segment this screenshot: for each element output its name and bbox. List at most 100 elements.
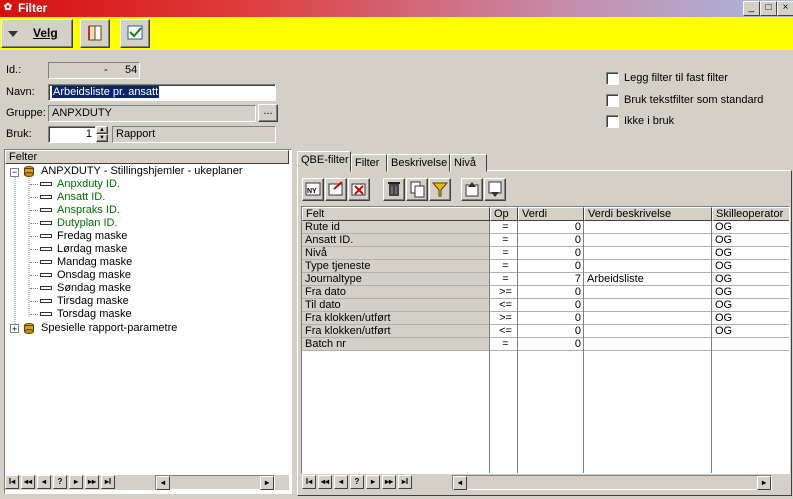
- copy-button[interactable]: [406, 178, 428, 201]
- tab-qbe-filter[interactable]: QBE-filter: [297, 151, 351, 172]
- move-down-button[interactable]: [484, 178, 506, 201]
- cell-verdi-beskrivelse[interactable]: [584, 299, 712, 312]
- nav-next-record-button[interactable]: ▸: [366, 475, 380, 489]
- tab-beskrivelse[interactable]: Beskrivelse: [387, 154, 450, 172]
- tree-child-node[interactable]: Dutyplan ID.: [57, 217, 118, 230]
- nav-prev-page-button[interactable]: ◂◂: [318, 475, 332, 489]
- maximize-button[interactable]: □: [760, 1, 777, 16]
- tree-child-node[interactable]: Lørdag maske: [57, 243, 127, 256]
- cell-verdi-beskrivelse[interactable]: [584, 286, 712, 299]
- tab-filter[interactable]: Filter: [351, 154, 387, 172]
- cell-verdi[interactable]: 0: [518, 299, 584, 312]
- cell-op[interactable]: >=: [490, 286, 518, 299]
- nav-last-record-button[interactable]: ▸I: [398, 475, 412, 489]
- nav-first-record-button[interactable]: I◂: [5, 475, 19, 489]
- cell-op[interactable]: <=: [490, 325, 518, 338]
- cell-verdi[interactable]: 0: [518, 325, 584, 338]
- cell-op[interactable]: =: [490, 273, 518, 286]
- nav-prev-page-button[interactable]: ◂◂: [21, 475, 35, 489]
- cell-verdi-beskrivelse[interactable]: [584, 221, 712, 234]
- collapse-icon[interactable]: −: [10, 168, 19, 177]
- move-up-button[interactable]: [461, 178, 483, 201]
- bruk-spinner[interactable]: ▲ ▼: [96, 126, 108, 143]
- cell-felt[interactable]: Ansatt ID.: [302, 234, 490, 247]
- cell-verdi[interactable]: 0: [518, 312, 584, 325]
- column-header-op[interactable]: Op: [490, 207, 518, 221]
- scroll-right-icon[interactable]: ▸: [757, 476, 771, 490]
- grid-hscrollbar[interactable]: ◂ ▸: [452, 475, 772, 490]
- cell-verdi-beskrivelse[interactable]: [584, 260, 712, 273]
- cell-verdi[interactable]: 0: [518, 234, 584, 247]
- nav-first-record-button[interactable]: I◂: [302, 475, 316, 489]
- scroll-left-icon[interactable]: ◂: [453, 476, 467, 490]
- cell-op[interactable]: =: [490, 247, 518, 260]
- gruppe-browse-button[interactable]: ...: [258, 104, 278, 122]
- cell-skilleoperator[interactable]: OG: [712, 286, 789, 299]
- nav-help-button[interactable]: ?: [350, 475, 364, 489]
- tree-second-root[interactable]: Spesielle rapport-parametre: [41, 322, 177, 335]
- cell-felt[interactable]: Fra klokken/utført: [302, 325, 490, 338]
- delete-filter-button[interactable]: [348, 178, 370, 201]
- tree-child-node[interactable]: Fredag maske: [57, 230, 127, 243]
- nav-next-record-button[interactable]: ▸: [69, 475, 83, 489]
- cell-felt[interactable]: Nivå: [302, 247, 490, 260]
- edit-filter-button[interactable]: [325, 178, 347, 201]
- trash-button[interactable]: [383, 178, 405, 201]
- nav-prev-record-button[interactable]: ◂: [334, 475, 348, 489]
- spin-down-icon[interactable]: ▼: [96, 134, 108, 142]
- bruk-tekstfilter-checkbox[interactable]: [606, 94, 619, 107]
- cell-verdi-beskrivelse[interactable]: [584, 234, 712, 247]
- cell-verdi[interactable]: 0: [518, 247, 584, 260]
- tree-root-node[interactable]: ANPXDUTY - Stillingshjemler - ukeplaner: [41, 165, 243, 178]
- column-header-verdi-beskrivelse[interactable]: Verdi beskrivelse: [584, 207, 712, 221]
- ikke-i-bruk-checkbox[interactable]: [606, 115, 619, 128]
- cell-felt[interactable]: Rute id: [302, 221, 490, 234]
- scroll-right-icon[interactable]: ▸: [260, 476, 274, 490]
- field-tree[interactable]: − ANPXDUTY - Stillingshjemler - ukeplane…: [5, 164, 289, 472]
- cell-felt[interactable]: Til dato: [302, 299, 490, 312]
- minimize-button[interactable]: _: [743, 1, 760, 16]
- tree-child-node[interactable]: Ansatt ID.: [57, 191, 105, 204]
- cell-skilleoperator[interactable]: [712, 338, 789, 351]
- cell-verdi[interactable]: 0: [518, 260, 584, 273]
- cell-skilleoperator[interactable]: OG: [712, 325, 789, 338]
- cell-skilleoperator[interactable]: OG: [712, 221, 789, 234]
- cell-verdi[interactable]: 0: [518, 338, 584, 351]
- cell-op[interactable]: =: [490, 260, 518, 273]
- close-button[interactable]: ×: [777, 1, 793, 16]
- nav-prev-record-button[interactable]: ◂: [37, 475, 51, 489]
- filter-button[interactable]: [429, 178, 451, 201]
- new-filter-button[interactable]: NY: [302, 178, 324, 201]
- cell-op[interactable]: =: [490, 338, 518, 351]
- cell-verdi[interactable]: 0: [518, 286, 584, 299]
- cell-verdi-beskrivelse[interactable]: [584, 247, 712, 260]
- nav-help-button[interactable]: ?: [53, 475, 67, 489]
- tree-child-node[interactable]: Onsdag maske: [57, 269, 131, 282]
- legg-filter-checkbox[interactable]: [606, 72, 619, 85]
- cell-felt[interactable]: Fra dato: [302, 286, 490, 299]
- cell-skilleoperator[interactable]: OG: [712, 234, 789, 247]
- cell-skilleoperator[interactable]: OG: [712, 260, 789, 273]
- cell-verdi-beskrivelse[interactable]: [584, 338, 712, 351]
- tree-child-node[interactable]: Torsdag maske: [57, 308, 132, 321]
- cell-verdi-beskrivelse[interactable]: [584, 312, 712, 325]
- cell-op[interactable]: <=: [490, 299, 518, 312]
- accept-button[interactable]: [120, 19, 150, 48]
- cell-felt[interactable]: Fra klokken/utført: [302, 312, 490, 325]
- cell-skilleoperator[interactable]: OG: [712, 247, 789, 260]
- tree-child-node[interactable]: Anspraks ID.: [57, 204, 120, 217]
- tree-child-node[interactable]: Tirsdag maske: [57, 295, 129, 308]
- bruk-input[interactable]: 1: [48, 126, 96, 143]
- cell-skilleoperator[interactable]: OG: [712, 312, 789, 325]
- nav-last-record-button[interactable]: ▸I: [101, 475, 115, 489]
- cell-felt[interactable]: Type tjeneste: [302, 260, 490, 273]
- cell-verdi[interactable]: 7: [518, 273, 584, 286]
- velg-button[interactable]: Velg: [1, 19, 73, 48]
- column-header-skilleoperator[interactable]: Skilleoperator: [712, 207, 789, 221]
- cell-felt[interactable]: Batch nr: [302, 338, 490, 351]
- book-open-button[interactable]: [80, 19, 110, 48]
- qbe-grid[interactable]: Felt Op Verdi Verdi beskrivelse Skilleoperat…: [301, 206, 790, 474]
- cell-verdi[interactable]: 0: [518, 221, 584, 234]
- tree-child-node[interactable]: Søndag maske: [57, 282, 131, 295]
- cell-op[interactable]: >=: [490, 312, 518, 325]
